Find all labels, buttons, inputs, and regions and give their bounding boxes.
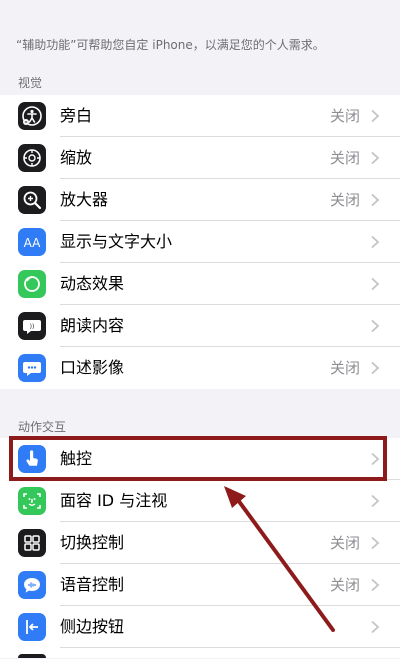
chevron-right-icon [371,620,380,634]
row-side-button[interactable]: 侧边按钮 [0,606,400,648]
section-header-vision: 视觉 [18,76,43,90]
row-value: 关闭 [329,107,360,125]
interaction-group: 触控 面容 ID 与注视 切换控制 关闭 语音控制 关闭 侧边按钮 [0,438,400,658]
motion-icon [18,270,46,298]
chevron-right-icon [371,361,380,375]
row-label: 朗读内容 [60,316,125,335]
row-value: 关闭 [329,576,360,594]
row-partial [0,648,400,658]
zoom-icon [18,144,46,172]
row-label: 语音控制 [60,575,125,594]
chevron-right-icon [371,151,380,165]
chevron-right-icon [371,452,380,466]
chevron-right-icon [371,277,380,291]
magnifier-icon [18,186,46,214]
row-voiceover[interactable]: 旁白 关闭 [0,95,400,137]
chevron-right-icon [371,578,380,592]
partial-icon [18,654,46,658]
intro-text: “辅助功能”可帮助您自定 iPhone，以满足您的个人需求。 [16,38,325,52]
row-magnifier[interactable]: 放大器 关闭 [0,179,400,221]
row-switch-control[interactable]: 切换控制 关闭 [0,522,400,564]
voice-control-icon [18,571,46,599]
row-value: 关闭 [329,149,360,167]
chevron-right-icon [371,536,380,550]
section-header-interaction: 动作交互 [18,420,67,434]
switch-control-icon [18,529,46,557]
row-label: 缩放 [60,148,93,167]
row-label: 切换控制 [60,533,125,552]
chevron-right-icon [371,494,380,508]
chevron-right-icon [371,319,380,333]
side-button-icon [18,613,46,641]
vision-group: 旁白 关闭 缩放 关闭 放大器 关闭 AA 显示与文字大小 动态效果)) 朗读… [0,95,400,389]
row-label: 面容 ID 与注视 [60,491,168,510]
row-label: 触控 [60,449,93,468]
row-value: 关闭 [329,534,360,552]
row-face-id-attention[interactable]: 面容 ID 与注视 [0,480,400,522]
chevron-right-icon [371,235,380,249]
svg-text:AA: AA [24,236,42,250]
row-label: 显示与文字大小 [60,232,173,251]
chevron-right-icon [371,193,380,207]
row-label: 放大器 [60,190,109,209]
row-display-text-size[interactable]: AA 显示与文字大小 [0,221,400,263]
row-label: 动态效果 [60,274,125,293]
row-touch[interactable]: 触控 [0,438,400,480]
touch-icon [18,445,46,473]
audio-description-icon [18,354,46,382]
row-label: 口述影像 [60,358,125,377]
row-voice-control[interactable]: 语音控制 关闭 [0,564,400,606]
row-label: 旁白 [60,106,93,125]
row-value: 关闭 [329,359,360,377]
row-label: 侧边按钮 [60,617,125,636]
text-size-icon: AA [18,228,46,256]
speech-icon: )) [18,312,46,340]
face-id-icon [18,487,46,515]
row-spoken-content[interactable]: )) 朗读内容 [0,305,400,347]
row-audio-descriptions[interactable]: 口述影像 关闭 [0,347,400,389]
svg-text:)): )) [30,324,35,331]
row-zoom[interactable]: 缩放 关闭 [0,137,400,179]
row-value: 关闭 [329,191,360,209]
voiceover-icon [18,102,46,130]
row-motion[interactable]: 动态效果 [0,263,400,305]
chevron-right-icon [371,109,380,123]
